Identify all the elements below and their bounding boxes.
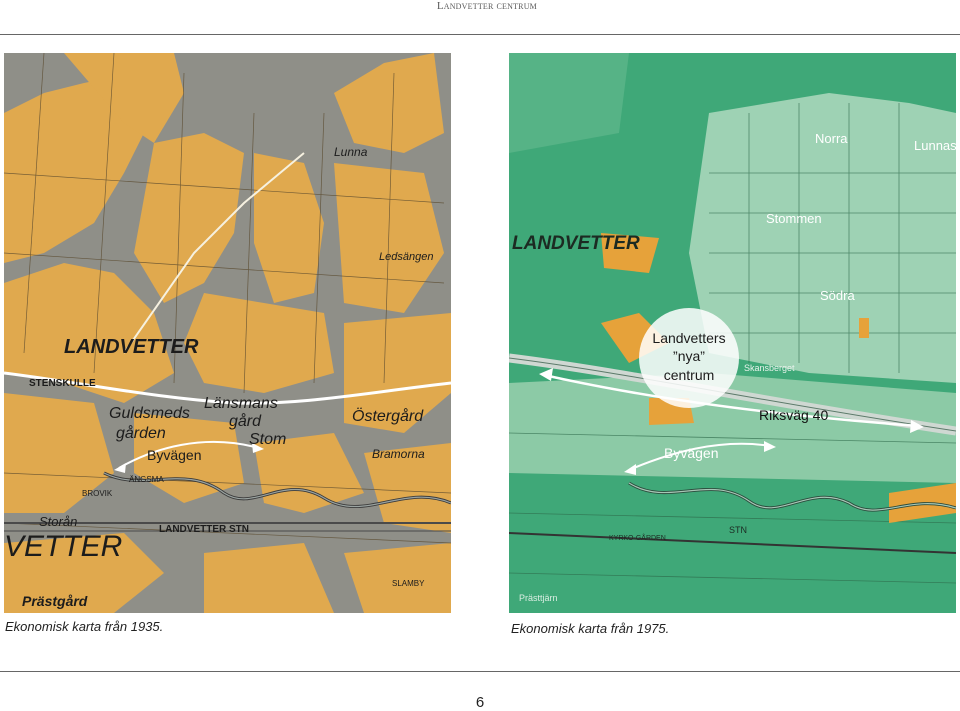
map-label-angsma: ÄNGSMA (129, 475, 164, 484)
map-label-stenskulle: STENSKULLE (29, 378, 96, 389)
map-label-lunnas: Lunnas (914, 138, 956, 153)
map-label-lansmans: Länsmans (204, 395, 278, 412)
map-label-stn: STN (729, 525, 747, 535)
map-label-riksvag: Riksväg 40 (759, 407, 828, 423)
header-title: Landvetter centrum (436, 0, 537, 12)
map-1935: LANDVETTER STENSKULLE Guldsmeds gården L… (4, 53, 451, 613)
map-1975: LANDVETTER Norra Lunnas Stommen Södra La… (509, 53, 956, 613)
page-number: 6 (475, 694, 485, 711)
map-label-slamby: SLAMBY (392, 579, 425, 588)
map-label-ostergard: Östergård (352, 407, 424, 425)
map-label-lunna: Lunna (334, 145, 368, 159)
nya-centrum-line3: centrum (664, 367, 715, 383)
caption-1935: Ekonomisk karta från 1935. (5, 619, 164, 634)
nya-centrum-line1: Landvetters (652, 330, 725, 346)
map-label-landvetter-stn: LANDVETTER STN (159, 524, 249, 535)
map-label-gard: gård (229, 412, 262, 430)
map-label-brovik: BROVIK (82, 489, 113, 498)
map-label-ledsangen: Ledsängen (379, 251, 433, 263)
map-label-vetter: VETTER (4, 530, 122, 563)
map-label-garden: gården (116, 424, 166, 442)
map-label-byvagen: Byvägen (147, 447, 201, 463)
map-label-bramorna: Bramorna (372, 447, 425, 461)
map-label-sodra: Södra (820, 288, 855, 303)
map-label-byvagen-1975: Byvägen (664, 445, 718, 461)
map-label-storan: Storån (39, 514, 77, 529)
nya-centrum-line2: ”nya” (673, 348, 705, 364)
header-rule (0, 34, 960, 35)
map-label-stom: Stom (249, 431, 286, 448)
map-label-stommen: Stommen (766, 211, 822, 226)
map-label-skansberget: Skansberget (744, 363, 795, 373)
map-label-prastgard: Prästgård (22, 593, 88, 609)
map-label-prasttjarn: Prästtjärn (519, 593, 558, 603)
map-label-norra: Norra (815, 131, 848, 146)
caption-1975: Ekonomisk karta från 1975. (511, 621, 670, 636)
map-label-landvetter-1975: LANDVETTER (512, 233, 640, 254)
footer-rule (0, 671, 960, 672)
map-label-guldsmeds: Guldsmeds (109, 405, 190, 422)
map-label-kyrkogarden: KYRKO-GÅRDEN (609, 533, 666, 542)
map-label-landvetter: LANDVETTER (64, 336, 199, 358)
